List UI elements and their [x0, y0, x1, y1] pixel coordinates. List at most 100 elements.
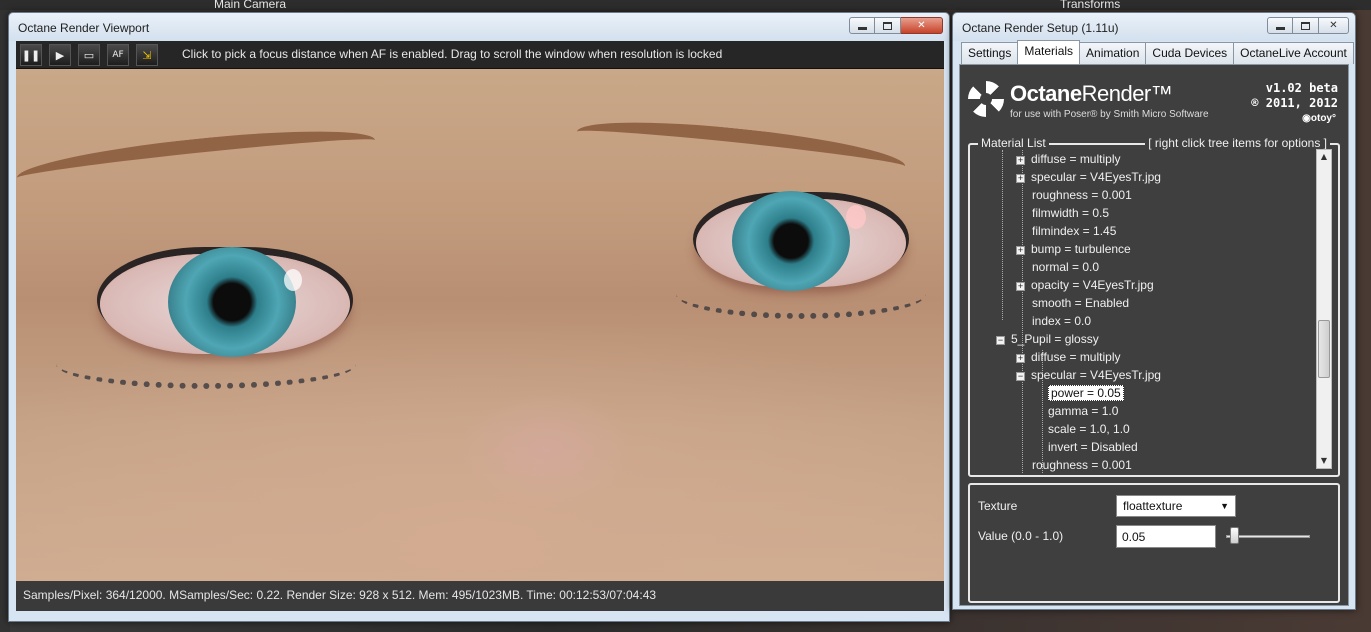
render-setup-window: Octane Render Setup (1.11u) ✕ Settings M… — [952, 12, 1356, 610]
texture-type-select[interactable]: floattexture ▼ — [1116, 495, 1236, 517]
autofocus-icon: AF — [112, 50, 124, 60]
collapse-icon[interactable]: − — [996, 336, 1005, 345]
tree-item-label: filmwidth = 0.5 — [1032, 206, 1110, 220]
tree-item-label: gamma = 1.0 — [1048, 404, 1119, 418]
minimize-icon — [1275, 27, 1285, 30]
tree-item[interactable]: invert = Disabled — [1048, 438, 1138, 456]
tree-item-label: roughness = 0.001 — [1032, 188, 1132, 202]
pause-icon: ❚❚ — [21, 48, 41, 62]
maximize-icon — [883, 21, 892, 30]
tab-animation[interactable]: Animation — [1079, 42, 1147, 64]
tree-item[interactable]: + diffuse = multiply — [1016, 348, 1121, 366]
render-status-bar: Samples/Pixel: 364/12000. MSamples/Sec: … — [16, 581, 944, 611]
tab-settings[interactable]: Settings — [961, 42, 1019, 64]
tree-item-label: normal = 0.0 — [1032, 260, 1100, 274]
tree-item-label: diffuse = multiply — [1031, 152, 1121, 166]
material-list-legend: Material List [ right click tree items f… — [978, 136, 1330, 150]
tree-item[interactable]: power = 0.05 — [1048, 384, 1124, 402]
save-arrow-icon: ⇲ — [142, 48, 152, 62]
material-list-group: Material List [ right click tree items f… — [968, 136, 1340, 477]
tree-item[interactable]: filmindex = 1.45 — [1032, 222, 1116, 240]
tree-item[interactable]: + diffuse = multiply — [1016, 150, 1121, 168]
monitor-icon: ▭ — [83, 48, 95, 62]
maximize-icon — [1301, 21, 1310, 30]
save-image-button[interactable]: ⇲ — [136, 44, 158, 66]
host-camera-label: Main Camera — [214, 0, 287, 11]
tree-item[interactable]: roughness = 0.001 — [1032, 456, 1132, 473]
viewport-close-button[interactable]: ✕ — [901, 17, 943, 34]
tree-item[interactable]: + specular = V4EyesTr.jpg — [1016, 168, 1161, 186]
tree-item[interactable]: scale = 1.0, 1.0 — [1048, 420, 1130, 438]
collapse-icon[interactable]: − — [1016, 372, 1025, 381]
tree-item[interactable]: + opacity = V4EyesTr.jpg — [1016, 276, 1154, 294]
setup-close-button[interactable]: ✕ — [1319, 17, 1349, 34]
tree-item-label: filmindex = 1.45 — [1032, 224, 1117, 238]
tree-item[interactable]: index = 0.0 — [1032, 312, 1091, 330]
toolbar-hint: Click to pick a focus distance when AF i… — [182, 47, 723, 61]
version-label: v1.02 beta — [1265, 81, 1338, 95]
expand-icon[interactable]: + — [1016, 282, 1025, 291]
tree-item[interactable]: −5_Pupil = glossy — [996, 330, 1099, 348]
tree-guide-line — [1002, 150, 1003, 320]
lock-resolution-button[interactable]: ▭ — [78, 44, 100, 66]
setup-tabs: Settings Materials Animation Cuda Device… — [961, 40, 1354, 64]
viewport-maximize-button[interactable] — [875, 17, 901, 34]
expand-icon[interactable]: + — [1016, 246, 1025, 255]
expand-icon[interactable]: + — [1016, 156, 1025, 165]
value-label: Value (0.0 - 1.0) — [978, 529, 1064, 543]
pause-button[interactable]: ❚❚ — [20, 44, 42, 66]
logo-name-bold: Octane — [1010, 81, 1082, 106]
tab-cuda-devices[interactable]: Cuda Devices — [1145, 42, 1235, 64]
render-image[interactable] — [16, 69, 944, 581]
tab-octanelive-account[interactable]: OctaneLive Account — [1233, 42, 1354, 64]
tree-item[interactable]: normal = 0.0 — [1032, 258, 1099, 276]
material-tree-scrollbar[interactable]: ▲ ▼ — [1316, 149, 1332, 469]
close-icon: ✕ — [917, 20, 926, 31]
scroll-thumb[interactable] — [1318, 320, 1330, 378]
material-tree[interactable]: + diffuse = multiply + specular = V4EyesTr.… — [970, 150, 1312, 473]
right-eyebrow — [574, 111, 908, 187]
tree-item-label: smooth = Enabled — [1032, 296, 1130, 310]
tree-guide-line — [1022, 150, 1023, 473]
tree-item-label: bump = turbulence — [1031, 242, 1131, 256]
tree-item-label: 5_Pupil = glossy — [1011, 332, 1099, 346]
play-icon: ▶ — [55, 48, 65, 62]
tree-item-label: opacity = V4EyesTr.jpg — [1031, 278, 1154, 292]
autofocus-button[interactable]: AF — [107, 44, 129, 66]
tree-item-label: scale = 1.0, 1.0 — [1048, 422, 1130, 436]
texture-type-value: floattexture — [1123, 499, 1183, 513]
viewport-minimize-button[interactable] — [849, 17, 875, 34]
setup-maximize-button[interactable] — [1293, 17, 1319, 34]
octane-logo-area: OctaneRender™ for use with Poser® by Smi… — [968, 71, 1342, 131]
minimize-icon — [857, 27, 867, 30]
tree-item[interactable]: roughness = 0.001 — [1032, 186, 1132, 204]
materials-panel: OctaneRender™ for use with Poser® by Smi… — [959, 64, 1349, 606]
scroll-up-icon[interactable]: ▲ — [1317, 150, 1331, 164]
viewport-window-buttons: ✕ — [849, 17, 943, 34]
logo-version-block: v1.02 beta ® 2011, 2012 — [1251, 81, 1338, 111]
material-list-title: Material List — [978, 136, 1049, 150]
tree-item[interactable]: smooth = Enabled — [1032, 294, 1129, 312]
host-app-strip: Main Camera Transforms — [0, 0, 1371, 11]
setup-window-buttons: ✕ — [1267, 17, 1349, 34]
material-list-hint: [ right click tree items for options ] — [1145, 136, 1330, 150]
tree-item[interactable]: filmwidth = 0.5 — [1032, 204, 1109, 222]
tab-materials[interactable]: Materials — [1017, 40, 1081, 64]
expand-icon[interactable]: + — [1016, 174, 1025, 183]
octane-logo-icon — [968, 81, 1004, 117]
viewport-titlebar[interactable]: Octane Render Viewport ✕ — [9, 13, 949, 41]
tree-item-label: roughness = 0.001 — [1032, 458, 1132, 472]
play-button[interactable]: ▶ — [49, 44, 71, 66]
tree-item-label: diffuse = multiply — [1031, 350, 1121, 364]
value-slider-thumb[interactable] — [1230, 527, 1240, 544]
setup-minimize-button[interactable] — [1267, 17, 1293, 34]
tree-item[interactable]: gamma = 1.0 — [1048, 402, 1118, 420]
scroll-down-icon[interactable]: ▼ — [1317, 454, 1331, 468]
value-input[interactable]: 0.05 — [1116, 525, 1216, 548]
viewport-title: Octane Render Viewport — [18, 21, 150, 35]
tree-item[interactable]: + bump = turbulence — [1016, 240, 1131, 258]
expand-icon[interactable]: + — [1016, 354, 1025, 363]
right-eye-highlight — [846, 205, 866, 229]
setup-titlebar[interactable]: Octane Render Setup (1.11u) ✕ — [953, 13, 1355, 41]
tree-item[interactable]: − specular = V4EyesTr.jpg — [1016, 366, 1161, 384]
